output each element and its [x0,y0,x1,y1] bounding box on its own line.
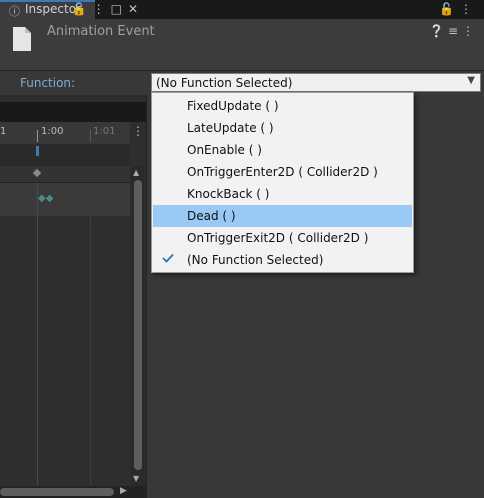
scroll-down-icon[interactable]: ▼ [133,474,139,483]
document-icon [13,27,31,51]
animation-topbar [0,102,146,122]
ruler-tick [37,130,38,142]
dropdown-item-fixedupdate[interactable]: FixedUpdate ( ) [153,95,412,117]
playhead[interactable] [36,146,39,156]
dropdown-item-no-function[interactable]: (No Function Selected) [153,249,412,271]
time-label: 1:00 [41,126,64,137]
keyframe-row[interactable] [0,183,130,217]
page-title: Animation Event [47,24,155,39]
dropdown-item-knockback[interactable]: KnockBack ( ) [153,183,412,205]
info-icon: ⓘ [9,5,20,18]
lock-icon[interactable]: 🔓 [439,2,460,16]
chevron-down-icon: ▼ [467,75,475,86]
header-actions: ❔≡⋮ [429,24,478,38]
time-label: 1 [0,126,7,137]
kebab-menu-icon[interactable]: ⋮ [132,124,144,138]
time-label: 1:01 [93,126,116,137]
close-icon[interactable]: ✕ [128,2,144,16]
function-label: Function: [20,76,76,90]
tab-actions: 🔓⋮ [439,2,478,16]
kebab-menu-icon[interactable]: ⋮ [93,2,111,16]
animation-topbar-actions: 🔓⋮□✕ [72,2,144,16]
kebab-menu-icon[interactable]: ⋮ [460,2,478,16]
lock-icon[interactable]: 🔓 [72,2,93,16]
dropdown-item-onenable[interactable]: OnEnable ( ) [153,139,412,161]
checkmark-icon [162,253,174,263]
playhead-row[interactable] [0,144,130,166]
grid-line [37,183,38,485]
maximize-icon[interactable]: □ [111,2,128,16]
function-select[interactable]: (No Function Selected) ▼ [151,73,481,92]
keyframe-icon[interactable]: ◆◆ [38,193,53,204]
event-row[interactable] [0,166,130,183]
function-dropdown-menu: FixedUpdate ( ) LateUpdate ( ) OnEnable … [151,92,414,273]
kebab-menu-icon[interactable]: ⋮ [462,24,478,38]
function-select-value: (No Function Selected) [156,76,293,90]
vertical-scroll-thumb[interactable] [134,180,142,470]
scroll-up-icon[interactable]: ▲ [133,168,139,177]
dropdown-item-ontriggerexit2d[interactable]: OnTriggerExit2D ( Collider2D ) [153,227,412,249]
horizontal-scroll-thumb[interactable] [0,488,114,496]
dropdown-item-dead[interactable]: Dead ( ) [153,205,412,227]
grid-line [90,183,91,485]
help-icon[interactable]: ❔ [429,24,448,38]
scroll-right-icon[interactable]: ▶ [120,486,127,496]
dropdown-item-ontriggerenter2d[interactable]: OnTriggerEnter2D ( Collider2D ) [153,161,412,183]
ruler-tick [90,130,91,142]
dropdown-item-lateupdate[interactable]: LateUpdate ( ) [153,117,412,139]
sliders-icon[interactable]: ≡ [448,24,462,38]
